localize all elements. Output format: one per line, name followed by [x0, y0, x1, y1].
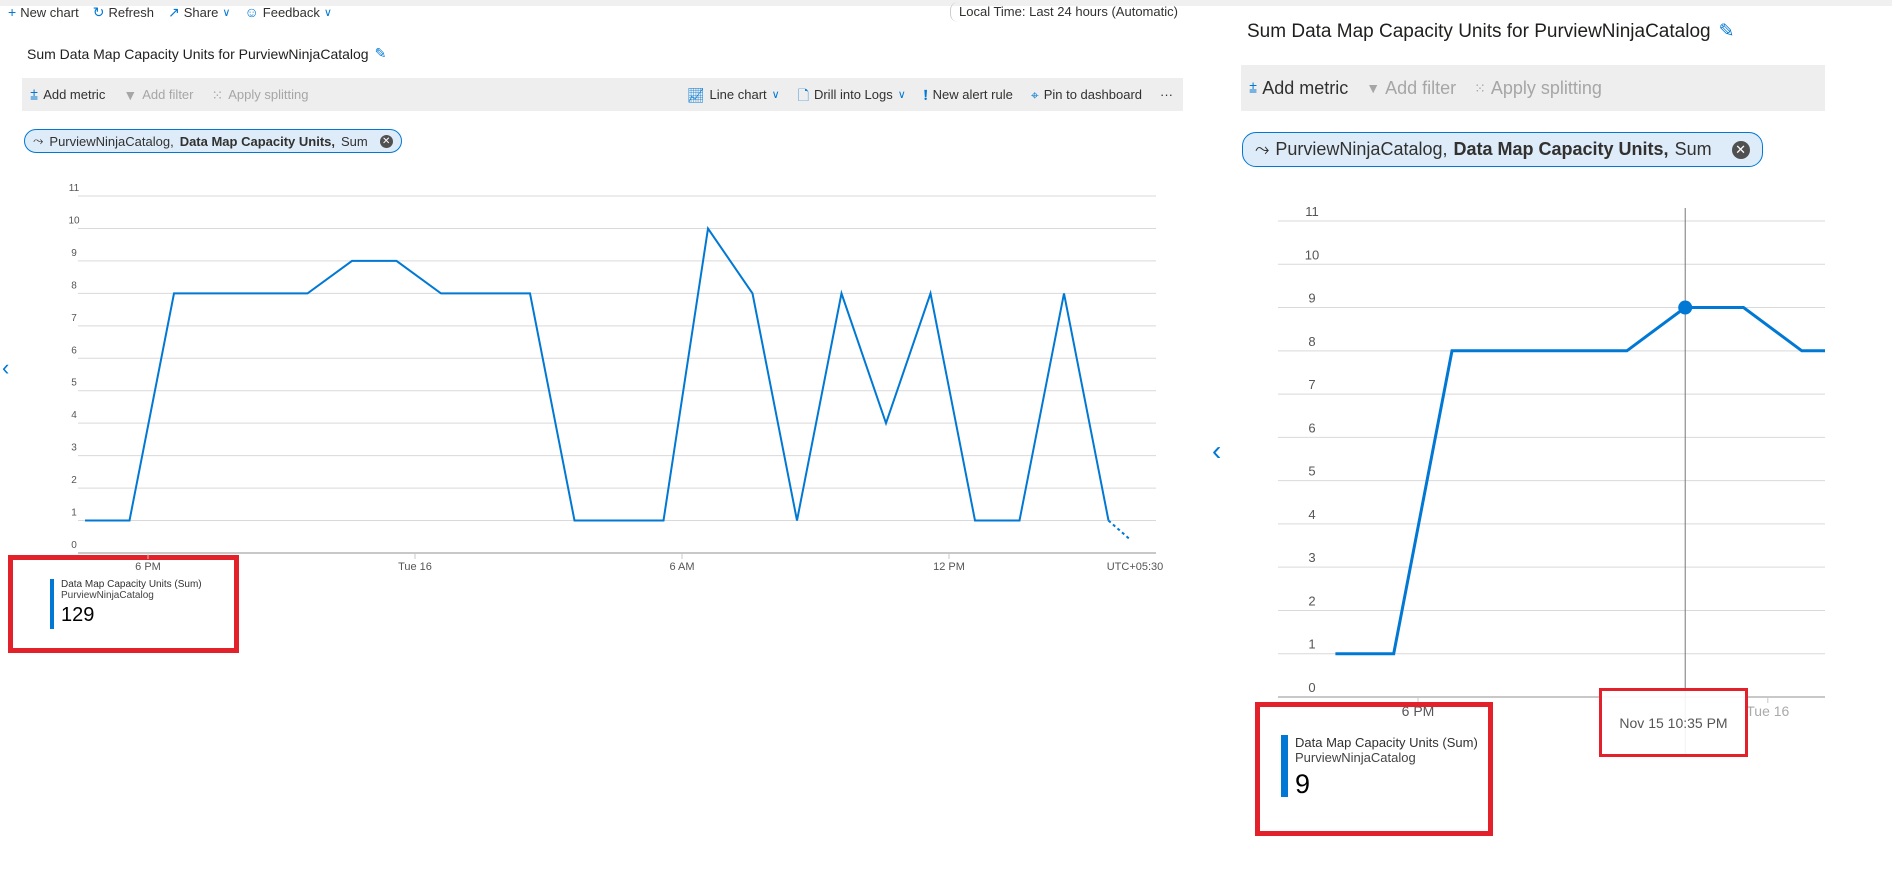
y-tick-label: 11 [69, 183, 80, 194]
y-tick-label: 4 [71, 410, 77, 421]
legend-resource-name: PurviewNinjaCatalog [1295, 750, 1416, 765]
y-tick-label: 5 [1308, 464, 1315, 479]
hover-time-tooltip: Nov 15 10:35 PM [1599, 688, 1748, 757]
y-tick-label: 8 [1308, 334, 1315, 349]
legend-value: 9 [1295, 769, 1311, 799]
plot-area [85, 225, 1132, 541]
y-tick-label: 4 [1308, 507, 1315, 522]
series-line [85, 225, 1110, 522]
y-tick-label: 8 [71, 280, 77, 291]
x-tick-label: Tue 16 [398, 561, 432, 573]
hover-point-marker [1678, 300, 1693, 315]
chart-legend-zoomed[interactable]: Data Map Capacity Units (Sum) PurviewNin… [1255, 702, 1493, 836]
y-tick-label: 3 [71, 443, 77, 454]
zoomed-chart: 012345678910116 PM Tue 16 [1278, 204, 1825, 755]
incomplete-data-segment [1107, 519, 1132, 541]
x-tick-label: 12 PM [933, 561, 965, 573]
y-tick-label: 5 [71, 378, 77, 389]
timezone-label: UTC+05:30 [1107, 561, 1164, 573]
y-tick-label: 2 [1308, 593, 1315, 608]
y-tick-label: 7 [1308, 377, 1315, 392]
y-tick-label: 7 [71, 313, 77, 324]
x-tick-label: 6 PM [135, 561, 161, 573]
y-tick-label: 6 [1308, 420, 1315, 435]
y-tick-label: 9 [1308, 291, 1315, 306]
y-tick-label: 6 [71, 345, 77, 356]
legend-metric-name: Data Map Capacity Units (Sum) [1295, 735, 1478, 750]
y-tick-label: 1 [1308, 637, 1315, 652]
y-tick-label: 10 [1305, 247, 1319, 262]
y-tick-label: 2 [71, 475, 77, 486]
x-tick-label: Tue 16 [1746, 703, 1789, 719]
y-tick-label: 3 [1308, 550, 1315, 565]
y-tick-label: 11 [1305, 204, 1319, 219]
y-tick-label: 0 [1308, 680, 1315, 695]
x-tick-label: 6 AM [669, 561, 694, 573]
main-chart: 0 1 2 3 4 5 6 7 8 9 10 11 6 PM Tue 16 6 AM 12 PM UTC+05:… [68, 183, 1163, 573]
y-tick-label: 0 [71, 540, 77, 551]
legend-color-bar [1281, 735, 1288, 797]
y-tick-label: 9 [71, 248, 77, 259]
y-tick-label: 10 [68, 215, 80, 226]
y-tick-label: 1 [71, 508, 77, 519]
